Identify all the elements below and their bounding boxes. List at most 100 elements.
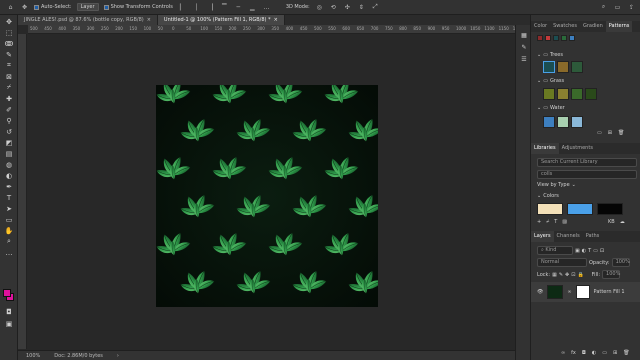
fill-field[interactable]: 100% bbox=[602, 270, 620, 279]
layer-mask-thumbnail[interactable] bbox=[575, 285, 590, 299]
pattern-swatch[interactable] bbox=[557, 61, 569, 73]
layer-thumbnail[interactable] bbox=[547, 285, 564, 299]
recent-pattern-swatch[interactable] bbox=[545, 35, 551, 41]
library-search-input[interactable]: Search Current Library bbox=[537, 158, 637, 167]
document-tab-active[interactable]: Untitled-1 @ 100% (Pattern Fill 1, RGB/8… bbox=[157, 15, 285, 25]
zoom-tool-icon[interactable]: ⌕ bbox=[3, 237, 15, 246]
workspace-icon[interactable]: ▭ bbox=[613, 3, 622, 11]
horizontal-ruler[interactable]: 500 450 400 350 300 250 200 150 100 50 0 50 100 150 20… bbox=[28, 25, 530, 34]
eraser-tool-icon[interactable]: ◩ bbox=[3, 138, 15, 147]
eyedropper-tool-icon[interactable]: ⌿ bbox=[3, 83, 15, 92]
lock-position-icon[interactable]: ✥ bbox=[565, 272, 569, 278]
lock-paint-icon[interactable]: ✎ bbox=[559, 272, 563, 278]
align-right-icon[interactable]: ▕ bbox=[206, 3, 215, 11]
chevron-down-icon[interactable]: ⌄ bbox=[537, 193, 541, 199]
pattern-swatch[interactable] bbox=[543, 116, 555, 128]
lock-all-icon[interactable]: 🔒 bbox=[577, 272, 583, 278]
library-color-swatch[interactable] bbox=[537, 203, 563, 215]
opacity-field[interactable]: 100% bbox=[611, 258, 630, 267]
pattern-swatch[interactable] bbox=[557, 88, 569, 100]
document-tab[interactable]: JINGLE ALES!.psd @ 87.6% (bottle copy, R… bbox=[18, 15, 158, 25]
pattern-group-water[interactable]: ⌄ ▭ Water bbox=[537, 105, 565, 111]
tab-channels[interactable]: Channels bbox=[554, 231, 583, 242]
align-top-icon[interactable]: ▔ bbox=[220, 3, 229, 11]
gradient-tool-icon[interactable]: ▤ bbox=[3, 149, 15, 158]
pattern-swatch[interactable] bbox=[585, 88, 597, 100]
canvas-area[interactable] bbox=[28, 35, 530, 350]
tab-adjustments[interactable]: Adjustments bbox=[559, 143, 596, 154]
filter-adjustment-icon[interactable]: ◐ bbox=[582, 248, 586, 254]
tab-color[interactable]: Color bbox=[531, 21, 550, 32]
new-group-icon[interactable]: ▭ bbox=[597, 130, 602, 136]
chevron-down-icon[interactable]: ⌄ bbox=[537, 52, 541, 58]
fx-icon[interactable]: fx bbox=[571, 350, 576, 356]
layer-row[interactable]: 👁 ∞ Pattern Fill 1 bbox=[531, 282, 640, 302]
quick-mask-icon[interactable]: ◘ bbox=[3, 307, 15, 316]
layer-name[interactable]: Pattern Fill 1 bbox=[594, 289, 625, 295]
text-icon[interactable]: T bbox=[554, 219, 557, 225]
vertical-ruler[interactable] bbox=[18, 34, 27, 349]
hand-tool-icon[interactable]: ✋ bbox=[3, 226, 15, 235]
history-icon[interactable]: ☰ bbox=[518, 55, 530, 64]
move-tool-icon[interactable]: ✥ bbox=[20, 3, 29, 11]
more-options-icon[interactable]: … bbox=[262, 3, 271, 11]
lock-pixels-icon[interactable]: ▦ bbox=[552, 272, 557, 278]
add-mask-icon[interactable]: ◘ bbox=[582, 350, 586, 356]
library-color-swatch[interactable] bbox=[597, 203, 623, 215]
recent-pattern-swatch[interactable] bbox=[569, 35, 575, 41]
pattern-swatch[interactable] bbox=[571, 61, 583, 73]
brush-settings-icon[interactable]: ✎ bbox=[518, 43, 530, 52]
3d-slide-icon[interactable]: ⇕ bbox=[357, 3, 366, 11]
visibility-eye-icon[interactable]: 👁 bbox=[537, 289, 543, 295]
add-icon[interactable]: + bbox=[537, 219, 541, 225]
history-brush-icon[interactable]: ↺ bbox=[3, 127, 15, 136]
3d-orbit-icon[interactable]: ◎ bbox=[315, 3, 324, 11]
chevron-down-icon[interactable]: ⌄ bbox=[537, 78, 541, 84]
color-picker-icon[interactable]: ⌿ bbox=[546, 219, 549, 225]
home-icon[interactable]: ⌂ bbox=[6, 3, 15, 11]
filter-shape-icon[interactable]: ▭ bbox=[593, 248, 598, 254]
tab-paths[interactable]: Paths bbox=[583, 231, 603, 242]
close-icon[interactable]: × bbox=[274, 15, 278, 25]
auto-select-option[interactable]: Auto-Select: bbox=[34, 4, 72, 10]
blend-mode-select[interactable]: Normal bbox=[537, 258, 587, 267]
layers-icon[interactable]: ▦ bbox=[518, 31, 530, 40]
recent-pattern-swatch[interactable] bbox=[553, 35, 559, 41]
marquee-tool-icon[interactable]: ⬚ bbox=[3, 28, 15, 37]
rectangle-tool-icon[interactable]: ▭ bbox=[3, 215, 15, 224]
quick-select-tool-icon[interactable]: ✎ bbox=[3, 50, 15, 59]
dodge-tool-icon[interactable]: ◐ bbox=[3, 171, 15, 180]
filter-smart-icon[interactable]: ⊡ bbox=[600, 248, 604, 254]
filter-pixel-icon[interactable]: ▣ bbox=[575, 248, 580, 254]
tab-swatches[interactable]: Swatches bbox=[550, 21, 580, 32]
align-left-icon[interactable]: ▏ bbox=[178, 3, 187, 11]
cloud-icon[interactable]: ☁ bbox=[620, 219, 625, 225]
chevron-down-icon[interactable]: ⌄ bbox=[537, 105, 541, 111]
trash-icon[interactable]: 🗑 bbox=[618, 130, 624, 136]
view-by-control[interactable]: View by Type ⌄ bbox=[537, 182, 576, 188]
pattern-swatch[interactable] bbox=[543, 88, 555, 100]
close-icon[interactable]: × bbox=[147, 15, 151, 25]
pattern-group-grass[interactable]: ⌄ ▭ Grass bbox=[537, 78, 564, 84]
colors-section-header[interactable]: ⌄ Colors bbox=[537, 193, 559, 199]
align-center-icon[interactable]: │ bbox=[192, 3, 201, 11]
link-layers-icon[interactable]: ∞ bbox=[561, 350, 565, 356]
recent-pattern-swatch[interactable] bbox=[561, 35, 567, 41]
share-icon[interactable]: ⇪ bbox=[627, 3, 636, 11]
trash-icon[interactable]: 🗑 bbox=[623, 350, 629, 356]
filter-type-icon[interactable]: T bbox=[588, 248, 591, 254]
status-arrow-icon[interactable]: › bbox=[117, 353, 119, 359]
clone-stamp-icon[interactable]: ⚲ bbox=[3, 116, 15, 125]
pattern-swatch[interactable] bbox=[571, 116, 583, 128]
tab-patterns[interactable]: Patterns bbox=[605, 21, 633, 32]
image-icon[interactable]: ▨ bbox=[562, 219, 567, 225]
3d-pan-icon[interactable]: ✣ bbox=[343, 3, 352, 11]
layer-kind-filter[interactable]: ⌕ Kind bbox=[537, 246, 573, 255]
pattern-swatch[interactable] bbox=[543, 61, 555, 73]
type-tool-icon[interactable]: T bbox=[3, 193, 15, 202]
recent-pattern-swatch[interactable] bbox=[537, 35, 543, 41]
search-icon[interactable]: ⌕ bbox=[599, 3, 608, 11]
new-group-icon[interactable]: ▭ bbox=[602, 350, 607, 356]
lock-artboard-icon[interactable]: ⊡ bbox=[571, 272, 575, 278]
new-layer-icon[interactable]: ⊞ bbox=[613, 350, 617, 356]
